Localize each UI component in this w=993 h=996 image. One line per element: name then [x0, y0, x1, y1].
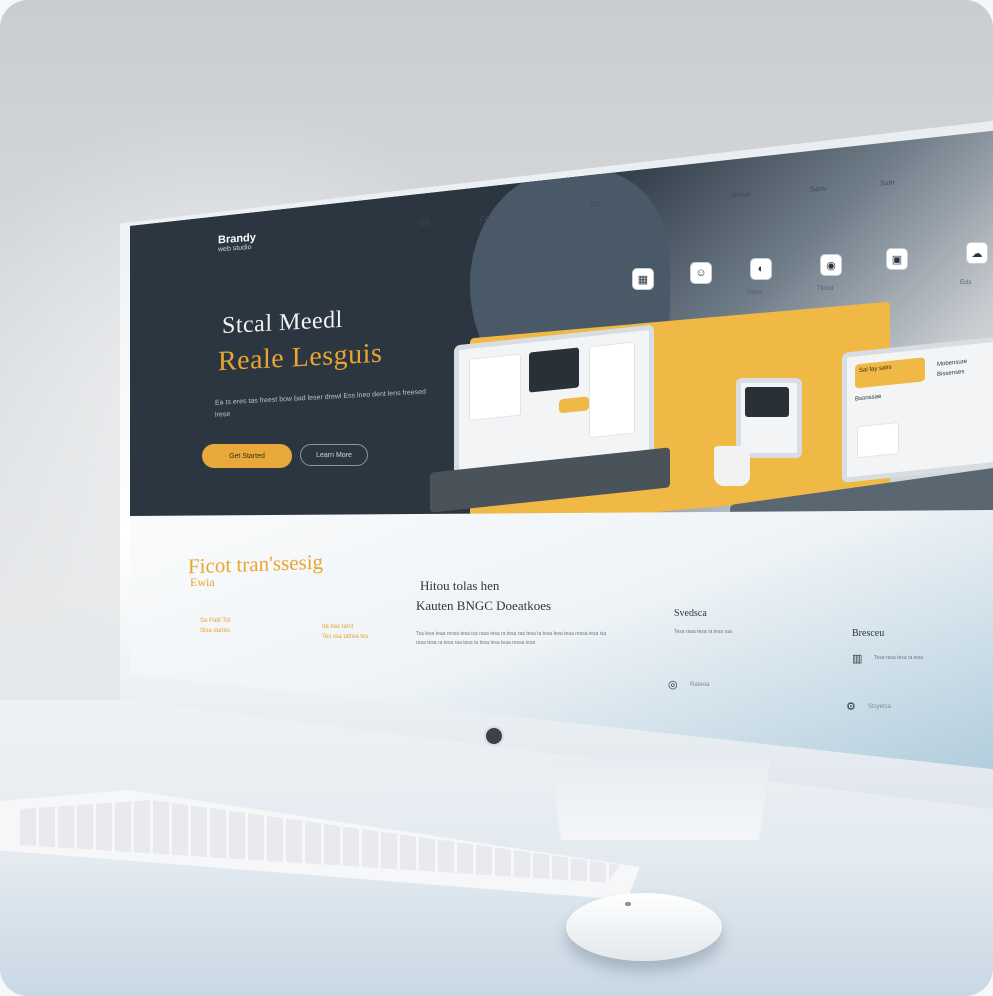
mock-card-title: Sal fay salrs — [859, 364, 892, 375]
camera-icon[interactable]: ◉ — [820, 254, 842, 276]
mock-line: Bissenses — [937, 369, 965, 378]
column-title: Bresceu — [852, 628, 885, 639]
feature-item: Tes rea tatrea tes — [322, 634, 369, 640]
nav-item[interactable]: CO — [590, 202, 601, 210]
middle-title-2: Kauten BNGC Doeatkoes — [416, 598, 552, 613]
site-logo[interactable]: Brandy web studio — [218, 232, 256, 254]
nav-item[interactable]: Sarw — [810, 185, 826, 193]
mock-card — [589, 341, 635, 439]
nav-item[interactable]: CA — [480, 216, 490, 224]
top-nav: CS CA CO Sbrwd Sarw Sutn — [420, 179, 993, 240]
mock-badge — [559, 396, 589, 414]
icon-caption: Tlsce — [630, 295, 645, 301]
feature-item: Sa Paltl Tot — [200, 618, 231, 624]
column-title: Svedsca — [674, 608, 707, 619]
mouse-sensor — [625, 902, 631, 906]
monitor-screen: Brandy web studio Stcal Meedl Reale Lesg… — [130, 130, 993, 770]
get-started-button[interactable]: Get Started — [202, 444, 292, 468]
profile-icon[interactable]: ☺ — [690, 262, 712, 284]
mock-title-card: Sal fay salrs — [855, 357, 925, 389]
mock-card — [469, 353, 521, 421]
cloud-icon[interactable]: ☁ — [966, 242, 988, 264]
grid-icon[interactable]: ▦ — [632, 268, 654, 290]
mouse — [566, 893, 722, 961]
laptop-mockup-2: Sal fay salrs Bsonssae Mobensure Bissens… — [842, 335, 993, 483]
mock-card-dark — [745, 387, 789, 417]
feature-item: Ita bas tarst — [322, 624, 354, 630]
webcam — [484, 726, 504, 746]
monitor-stand — [550, 760, 770, 840]
mock-card — [857, 421, 899, 459]
learn-more-button[interactable]: Learn More — [300, 444, 368, 466]
image-icon[interactable]: ▣ — [886, 248, 908, 270]
chart-bar-icon: ▥ — [852, 653, 863, 665]
clock-icon: ◎ — [668, 679, 678, 691]
mock-card-dark — [529, 347, 579, 393]
nav-item[interactable]: Sutn — [880, 179, 894, 187]
column-text: Tesa rasa tesa ra tesa — [874, 655, 924, 661]
middle-title: Hitou tolas hen — [420, 578, 500, 593]
column-link[interactable]: Stsyetsa — [868, 704, 891, 710]
icon-caption: Sarvs — [747, 290, 763, 296]
settings-icon: ⚙ — [846, 701, 856, 713]
column-link[interactable]: Rateoa — [690, 682, 709, 688]
mock-line: Bsonssae — [855, 393, 882, 403]
feature-item: Slsa dartes — [200, 628, 231, 634]
nav-item[interactable]: CS — [420, 220, 430, 228]
icon-caption: Ecls — [960, 280, 972, 286]
column-text: Tesa rasa tesa ra tesa raa — [674, 629, 732, 635]
icon-caption: Tlcmd — [817, 286, 834, 292]
photo-frame: Brandy web studio Stcal Meedl Reale Lesg… — [0, 0, 993, 996]
coffee-cup — [714, 446, 750, 486]
nav-item[interactable]: Sbrwd — [730, 191, 750, 199]
mock-line: Mobensure — [937, 358, 968, 368]
middle-text: Tsa lesa teaa ressa tesa isa rasa tesa r… — [416, 631, 607, 646]
chart-icon[interactable]: ◐ — [750, 258, 772, 280]
features-subtitle: Ewia — [190, 575, 215, 589]
